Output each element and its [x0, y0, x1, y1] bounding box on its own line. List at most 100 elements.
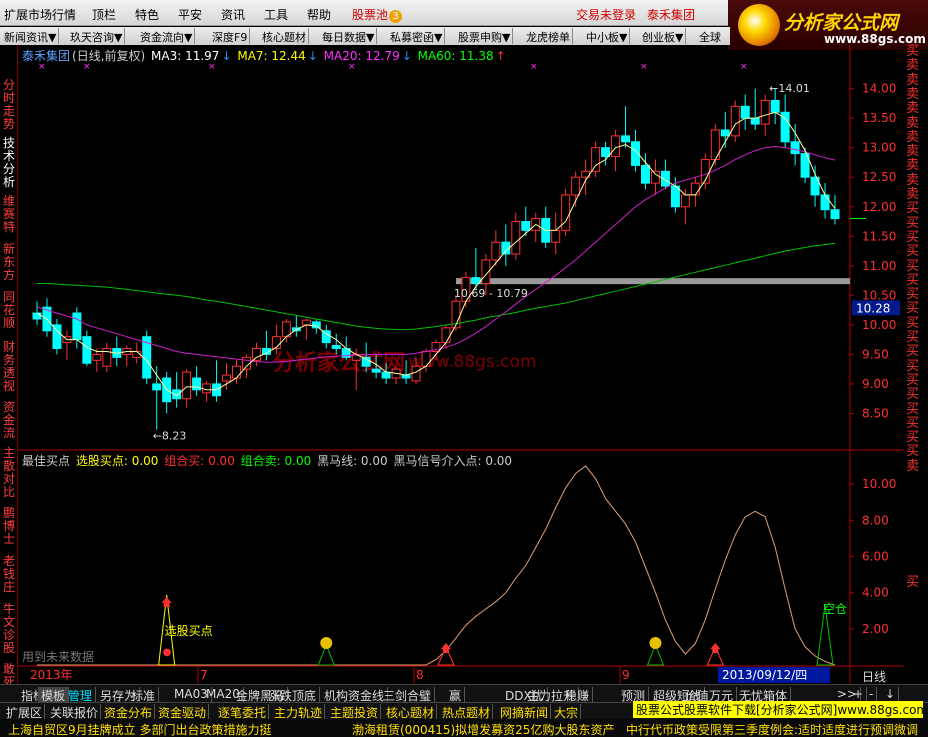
- sidebar-item-tonghuashun[interactable]: 同花顺: [2, 291, 16, 330]
- toolbar-ipo[interactable]: 股票申购▼: [456, 28, 514, 44]
- extension-tab[interactable]: 资金分布: [102, 704, 156, 720]
- sidebar-item-time-share[interactable]: 分时走势: [2, 79, 16, 131]
- toolbar-f9[interactable]: 深度F9: [210, 28, 251, 44]
- extension-tab[interactable]: 网摘新闻: [498, 704, 552, 720]
- indicator-tick-label: 4.00: [862, 586, 889, 600]
- menu-item-extended-market[interactable]: 扩展市场行情: [4, 6, 76, 23]
- order-book-char: 买: [906, 244, 920, 260]
- candle-body: [321, 330, 331, 344]
- money-bag-icon: [320, 637, 333, 649]
- extension-tab[interactable]: 热点题材: [440, 704, 494, 720]
- extension-tab[interactable]: 主题投资: [328, 704, 382, 720]
- menu-item-top-bar[interactable]: 顶栏: [92, 6, 116, 23]
- sidebar-item-laoqianzhuang[interactable]: 老钱庄: [2, 555, 16, 594]
- indicator-tab[interactable]: 管理: [65, 687, 97, 703]
- kline-chart[interactable]: × × × × × × × 分析家公式网 www.88gs.com←14.01←8.2310.…: [18, 45, 904, 684]
- ma20-line: [36, 145, 836, 363]
- toolbar-global[interactable]: 全球: [697, 28, 723, 44]
- order-book-char: 卖: [906, 144, 920, 160]
- candle-body: [182, 371, 192, 400]
- candle-body: [640, 164, 650, 184]
- sidebar-item-funds[interactable]: 资金流: [2, 401, 16, 440]
- logo-star-icon: [738, 4, 780, 46]
- download-banner[interactable]: 股票公式股票软件下载[分析家公式网]www.88gs.com: [633, 701, 923, 718]
- indicator-tab[interactable]: 无忧箱体: [736, 687, 792, 703]
- indicator-tab[interactable]: 价值万元: [682, 687, 738, 703]
- extension-tab[interactable]: 逐笔委托: [216, 704, 270, 720]
- sidebar-item-new-oriental[interactable]: 新东方: [2, 243, 16, 282]
- candle-body: [441, 327, 451, 344]
- stock-title: 泰禾集团: [22, 49, 71, 63]
- order-book-char: 买: [906, 287, 920, 303]
- indicator-name: 最佳买点: [22, 454, 71, 468]
- sidebar-item-diagnosis[interactable]: 牛文诊股: [2, 603, 16, 655]
- indicator-tab[interactable]: 标准: [128, 687, 160, 703]
- tab-nav-button[interactable]: +: [850, 687, 868, 702]
- menu-item-pingan[interactable]: 平安: [178, 6, 202, 23]
- order-book-char: 买: [906, 229, 920, 245]
- candle-body: [611, 135, 621, 158]
- toolbar-capital-flow[interactable]: 资金流向▼: [138, 28, 196, 44]
- menu-item-features[interactable]: 特色: [135, 6, 159, 23]
- extension-tab[interactable]: 关联报价: [48, 704, 102, 720]
- low-price-label: ←8.23: [153, 429, 187, 442]
- extension-tab[interactable]: 大宗: [552, 704, 582, 720]
- indicator-tab[interactable]: 预测: [618, 687, 650, 703]
- toolbar-gem[interactable]: 创业板▼: [640, 28, 687, 44]
- candle-body: [561, 194, 571, 231]
- toolbar-sme[interactable]: 中小板▼: [584, 28, 631, 44]
- candle-body: [511, 221, 521, 255]
- menu-item-news[interactable]: 资讯: [221, 6, 245, 23]
- period-button[interactable]: 日线: [862, 668, 886, 685]
- candle-body: [591, 147, 601, 172]
- toolbar-jiutian[interactable]: 玖天咨询▼: [68, 28, 126, 44]
- buy-sell-column: 买卖卖卖卖卖卖卖卖卖卖买买买买买买买买买买买买买买买买买买卖: [904, 45, 926, 485]
- indicator-header: 最佳买点 选股买点: 0.00 组合买: 0.00 组合卖: 0.00 黑马线:…: [22, 452, 514, 469]
- extension-tab[interactable]: 扩展区: [4, 704, 46, 720]
- sidebar-item-pengboshi[interactable]: 鹏博士: [2, 507, 16, 546]
- candle-body: [92, 353, 102, 361]
- indicator-tab[interactable]: 三剑合璧: [380, 687, 436, 703]
- ticker-item[interactable]: 上海自贸区9月挂牌成立 多部门出台政策措施力挺: [8, 721, 271, 737]
- ticker-item[interactable]: 渤海租赁(000415)拟增发募资25亿购大股东资产: [352, 721, 614, 737]
- toolbar-core-theme[interactable]: 核心题材: [260, 28, 309, 44]
- order-book-char: 买: [906, 430, 920, 446]
- indicator-tab[interactable]: 涨跌顶底: [265, 687, 321, 703]
- extension-tab[interactable]: 主力轨迹: [272, 704, 326, 720]
- toolbar-daily-data[interactable]: 每日数据▼: [320, 28, 378, 44]
- candle-body: [720, 129, 730, 137]
- sidebar-item-tech-analysis[interactable]: 技术分析: [2, 137, 16, 189]
- ticker-item[interactable]: 中行代币政策受限第三季度例会:适时适度进行预调微调: [626, 721, 918, 737]
- sidebar-item-weisaite[interactable]: 维赛特: [2, 195, 16, 234]
- indicator-tab[interactable]: 赢: [446, 687, 466, 703]
- tab-nav-button[interactable]: -: [866, 687, 878, 702]
- candle-body: [311, 321, 321, 329]
- order-book-char: 买: [906, 401, 920, 417]
- indicator-tab[interactable]: 稳赚: [562, 687, 594, 703]
- sidebar-item-finance[interactable]: 财务透视: [2, 341, 16, 393]
- sidebar-item-main-retail[interactable]: 主散对比: [2, 447, 16, 499]
- price-tick-label: 8.50: [862, 406, 889, 420]
- order-book-char: 买: [906, 372, 920, 388]
- toolbar-dragon-tiger[interactable]: 龙虎榜单: [524, 28, 573, 44]
- range-label: 10.69 - 10.79: [454, 287, 528, 300]
- indicator-tab[interactable]: 机构资金线: [321, 687, 389, 703]
- toolbar-news[interactable]: 新闻资讯▼: [2, 28, 60, 44]
- indicator-buy-char: 买: [906, 575, 920, 590]
- indicator-tick-label: 6.00: [862, 549, 889, 563]
- candle-body: [790, 141, 800, 155]
- tab-nav-button[interactable]: ↓: [882, 687, 900, 702]
- stock-pool-menu[interactable]: 股票池 3: [352, 6, 403, 23]
- chart-axes: 14.00 13.50 13.00 12.50 12.00 11.50 11.00 10.50…: [30, 82, 900, 684]
- extension-tab[interactable]: 核心题材: [384, 704, 438, 720]
- candle-body: [251, 348, 261, 361]
- menu-item-help[interactable]: 帮助: [307, 6, 331, 23]
- order-book-char: 买: [906, 315, 920, 331]
- trade-login-status[interactable]: 交易未登录: [576, 6, 636, 23]
- order-book-char: 买: [906, 258, 920, 274]
- order-book-char: 买: [906, 444, 920, 460]
- extension-tab[interactable]: 资金驱动: [156, 704, 210, 720]
- toolbar-private-letter[interactable]: 私募密函▼: [388, 28, 446, 44]
- menu-item-tools[interactable]: 工具: [264, 6, 288, 23]
- candle-body: [32, 312, 42, 320]
